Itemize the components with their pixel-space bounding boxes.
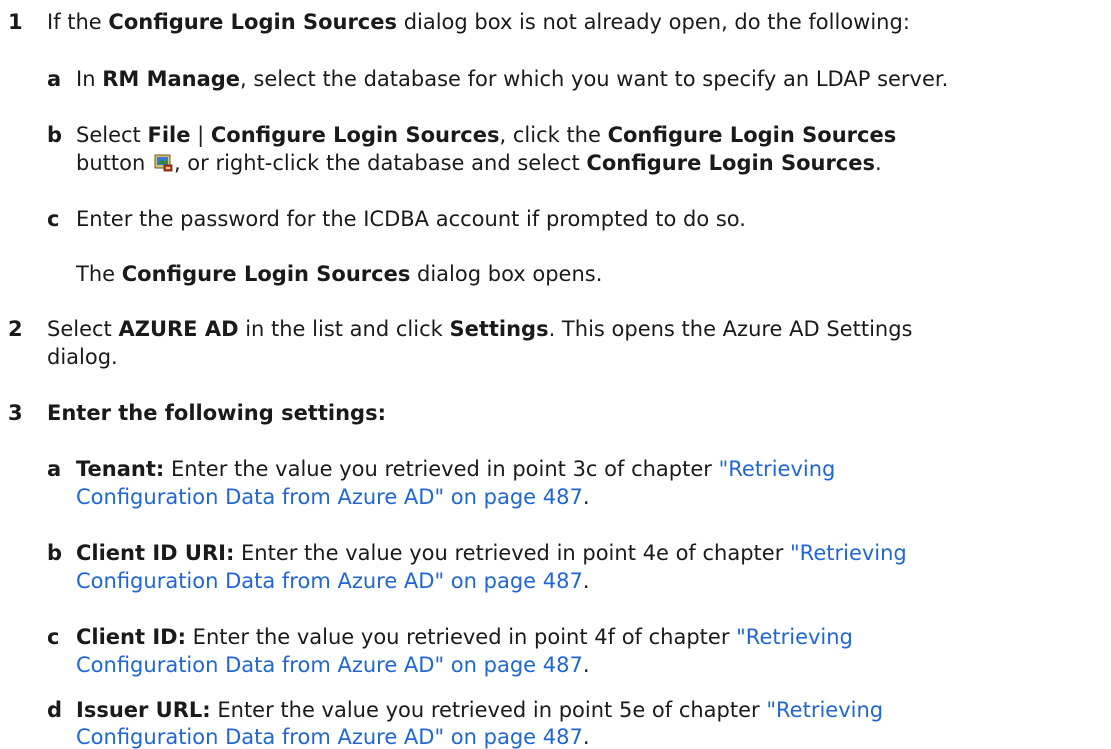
step-number-2: 2 [8, 317, 23, 341]
bold-term: Configure Login Sources [607, 123, 897, 147]
substep-letter-3d: d [47, 698, 63, 722]
cross-reference-link[interactable]: Configuration Data from Azure AD" on pag… [76, 569, 583, 593]
setting-label-tenant: Tenant: [76, 457, 165, 481]
text: Select [47, 317, 119, 341]
bold-term: Configure Login Sources [210, 123, 500, 147]
configure-login-sources-icon [154, 153, 174, 173]
substep-letter-1b: b [47, 123, 63, 147]
setting-label-client-id-uri: Client ID URI: [76, 541, 235, 565]
cross-reference-link[interactable]: Configuration Data from Azure AD" on pag… [76, 725, 583, 749]
substep-3b-line2: Configuration Data from Azure AD" on pag… [76, 569, 590, 593]
text: , select the database for which you want… [240, 67, 949, 91]
bold-term: Configure Login Sources [586, 151, 876, 175]
text: Enter the value you retrieved in point 4… [186, 625, 737, 649]
step-2-line2: dialog. [47, 345, 118, 369]
text: Enter the value you retrieved in point 5… [210, 698, 767, 722]
substep-letter-3b: b [47, 541, 63, 565]
cross-reference-link[interactable]: "Retrieving [719, 457, 836, 481]
text: . [582, 485, 590, 509]
step-2-line1: Select AZURE AD in the list and click Se… [47, 317, 913, 341]
text: The [76, 262, 122, 286]
cross-reference-link[interactable]: "Retrieving [766, 698, 883, 722]
text: Enter the value you retrieved in point 4… [234, 541, 791, 565]
substep-3b-line1: Client ID URI: Enter the value you retri… [76, 541, 907, 565]
text: | [190, 123, 211, 147]
step-1-result: The Configure Login Sources dialog box o… [76, 262, 602, 286]
text: If the [47, 10, 109, 34]
cross-reference-link[interactable]: "Retrieving [736, 625, 853, 649]
bold-term: Configure Login Sources [108, 10, 398, 34]
text: . [582, 725, 590, 749]
bold-term: Settings [449, 317, 549, 341]
substep-letter-3a: a [47, 457, 62, 481]
text: In [76, 67, 103, 91]
text: Select [76, 123, 148, 147]
text: dialog box is not already open, do the f… [397, 10, 910, 34]
text: . [582, 653, 590, 677]
step-number-1: 1 [8, 10, 23, 34]
substep-3a-line1: Tenant: Enter the value you retrieved in… [76, 457, 835, 481]
substep-1a-text: In RM Manage, select the database for wh… [76, 67, 948, 91]
text: , click the [499, 123, 608, 147]
step-3-heading: Enter the following settings: [47, 401, 386, 425]
substep-3d-line2: Configuration Data from Azure AD" on pag… [76, 725, 590, 749]
step-number-3: 3 [8, 401, 23, 425]
substep-3c-line2: Configuration Data from Azure AD" on pag… [76, 653, 590, 677]
substep-1b-line1: Select File | Configure Login Sources, c… [76, 123, 896, 147]
substep-1c-text: Enter the password for the ICDBA account… [76, 207, 746, 231]
bold-term: RM Manage [102, 67, 241, 91]
substep-letter-1a: a [47, 67, 62, 91]
substep-3c-line1: Client ID: Enter the value you retrieved… [76, 625, 853, 649]
text: dialog box opens. [410, 262, 603, 286]
text: Enter the value you retrieved in point 3… [164, 457, 719, 481]
text: button [76, 151, 152, 175]
text: , or right-click the database and select [173, 151, 587, 175]
substep-3d-line1: Issuer URL: Enter the value you retrieve… [76, 698, 883, 722]
bold-term: File [147, 123, 191, 147]
setting-label-issuer-url: Issuer URL: [76, 698, 211, 722]
step-1-intro: If the Configure Login Sources dialog bo… [47, 10, 910, 34]
cross-reference-link[interactable]: Configuration Data from Azure AD" on pag… [76, 653, 583, 677]
text: in the list and click [238, 317, 450, 341]
bold-term: Configure Login Sources [121, 262, 411, 286]
setting-label-client-id: Client ID: [76, 625, 186, 649]
substep-1b-line2: button , or right-click the database and… [76, 151, 882, 175]
cross-reference-link[interactable]: "Retrieving [790, 541, 907, 565]
text: . [582, 569, 590, 593]
cross-reference-link[interactable]: Configuration Data from Azure AD" on pag… [76, 485, 583, 509]
substep-3a-line2: Configuration Data from Azure AD" on pag… [76, 485, 590, 509]
bold-term: AZURE AD [118, 317, 239, 341]
substep-letter-1c: c [47, 207, 60, 231]
text: . This opens the Azure AD Settings [548, 317, 913, 341]
substep-letter-3c: c [47, 625, 60, 649]
text: . [875, 151, 882, 175]
